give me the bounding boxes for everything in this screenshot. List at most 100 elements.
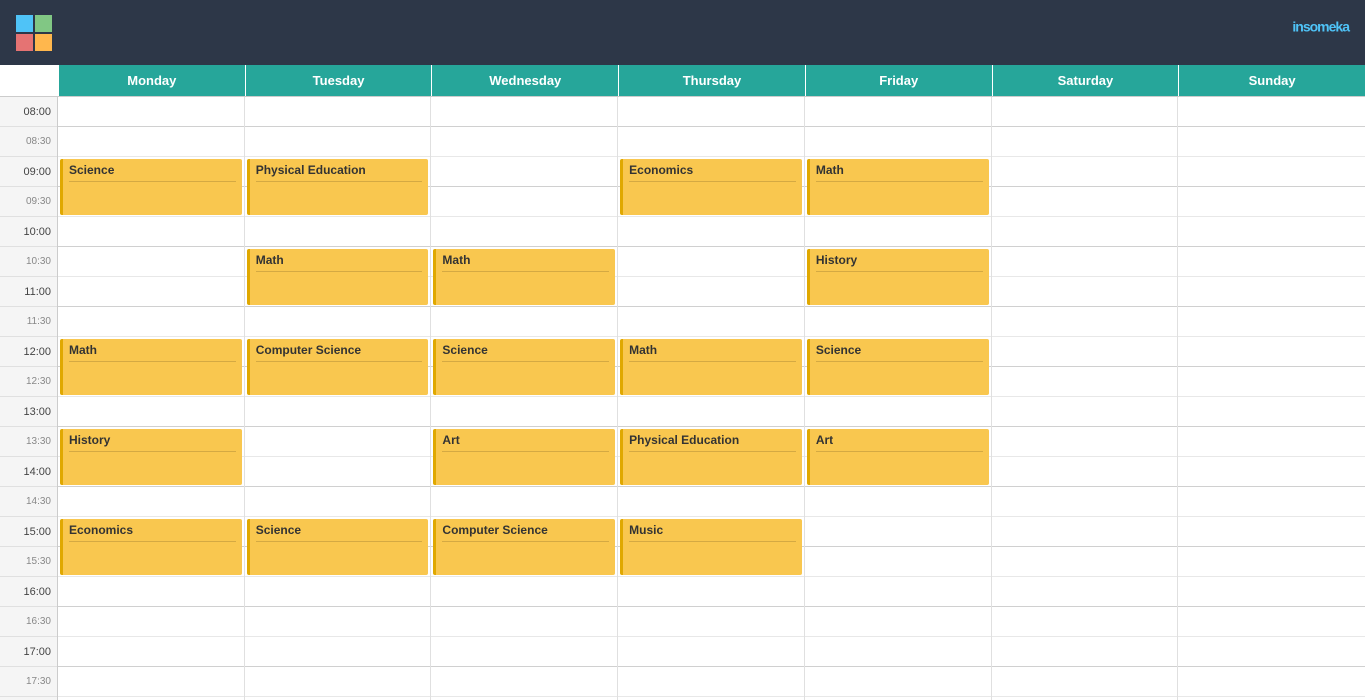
header: insomeka bbox=[0, 0, 1365, 65]
event-math[interactable]: Math bbox=[60, 339, 242, 395]
row-line bbox=[431, 157, 617, 187]
row-line bbox=[58, 127, 244, 157]
row-line bbox=[58, 277, 244, 307]
row-line bbox=[618, 277, 804, 307]
event-music[interactable]: Music bbox=[620, 519, 802, 575]
row-line bbox=[245, 427, 431, 457]
day-header-monday: Monday bbox=[58, 65, 245, 96]
day-col-wednesday: Math Science Art Computer Science bbox=[431, 97, 618, 700]
row-line bbox=[58, 607, 244, 637]
day-header-spacer bbox=[0, 65, 58, 96]
event-science[interactable]: Science bbox=[807, 339, 989, 395]
day-col-thursday: Economics Math Physical Education Music bbox=[618, 97, 805, 700]
event-physical-education[interactable]: Physical Education bbox=[247, 159, 429, 215]
event-science[interactable]: Science bbox=[433, 339, 615, 395]
header-left bbox=[16, 15, 64, 51]
time-slot-1200: 12:00 bbox=[0, 337, 57, 367]
event-science[interactable]: Science bbox=[247, 519, 429, 575]
row-line bbox=[805, 97, 991, 127]
row-line bbox=[992, 667, 1178, 697]
event-economics[interactable]: Economics bbox=[620, 159, 802, 215]
row-line bbox=[1178, 367, 1365, 397]
row-line bbox=[58, 397, 244, 427]
row-line bbox=[1178, 217, 1365, 247]
event-divider bbox=[256, 181, 423, 182]
event-divider bbox=[629, 541, 796, 542]
event-divider bbox=[256, 271, 423, 272]
time-slot-1430: 14:30 bbox=[0, 487, 57, 517]
day-headers: MondayTuesdayWednesdayThursdayFridaySatu… bbox=[0, 65, 1365, 97]
day-header-tuesday: Tuesday bbox=[245, 65, 432, 96]
event-divider bbox=[69, 451, 236, 452]
event-math[interactable]: Math bbox=[433, 249, 615, 305]
event-history[interactable]: History bbox=[60, 429, 242, 485]
event-science[interactable]: Science bbox=[60, 159, 242, 215]
row-line bbox=[431, 577, 617, 607]
row-line bbox=[992, 247, 1178, 277]
row-line bbox=[992, 427, 1178, 457]
time-slot-1500: 15:00 bbox=[0, 517, 57, 547]
row-line bbox=[245, 637, 431, 667]
row-line bbox=[1178, 637, 1365, 667]
row-line bbox=[245, 127, 431, 157]
row-line bbox=[992, 637, 1178, 667]
row-line bbox=[992, 277, 1178, 307]
day-header-wednesday: Wednesday bbox=[431, 65, 618, 96]
event-divider bbox=[629, 451, 796, 452]
event-divider bbox=[816, 361, 983, 362]
row-line bbox=[618, 307, 804, 337]
day-col-friday: Math History Science Art bbox=[805, 97, 992, 700]
day-header-saturday: Saturday bbox=[992, 65, 1179, 96]
row-line bbox=[992, 517, 1178, 547]
row-line bbox=[431, 127, 617, 157]
grid-body[interactable]: 08:0008:3009:0009:3010:0010:3011:0011:30… bbox=[0, 97, 1365, 700]
event-math[interactable]: Math bbox=[620, 339, 802, 395]
row-line bbox=[1178, 577, 1365, 607]
row-line bbox=[992, 127, 1178, 157]
row-line bbox=[1178, 427, 1365, 457]
event-computer-science[interactable]: Computer Science bbox=[433, 519, 615, 575]
row-line bbox=[992, 217, 1178, 247]
event-divider bbox=[442, 361, 609, 362]
row-line bbox=[618, 487, 804, 517]
row-line bbox=[1178, 247, 1365, 277]
event-art[interactable]: Art bbox=[807, 429, 989, 485]
time-slot-0930: 09:30 bbox=[0, 187, 57, 217]
brand-superscript: in bbox=[1292, 18, 1302, 34]
event-computer-science[interactable]: Computer Science bbox=[247, 339, 429, 395]
row-line bbox=[992, 97, 1178, 127]
row-line bbox=[805, 517, 991, 547]
time-slot-1730: 17:30 bbox=[0, 667, 57, 697]
time-slot-1330: 13:30 bbox=[0, 427, 57, 457]
row-line bbox=[1178, 487, 1365, 517]
row-line bbox=[431, 187, 617, 217]
event-history[interactable]: History bbox=[807, 249, 989, 305]
time-slot-1600: 16:00 bbox=[0, 577, 57, 607]
row-line bbox=[245, 397, 431, 427]
day-header-friday: Friday bbox=[805, 65, 992, 96]
row-line bbox=[805, 127, 991, 157]
event-economics[interactable]: Economics bbox=[60, 519, 242, 575]
time-slot-1700: 17:00 bbox=[0, 637, 57, 667]
day-col-saturday bbox=[992, 97, 1179, 700]
row-line bbox=[1178, 667, 1365, 697]
row-line bbox=[992, 337, 1178, 367]
event-divider bbox=[816, 271, 983, 272]
row-line bbox=[58, 217, 244, 247]
row-line bbox=[431, 217, 617, 247]
row-line bbox=[245, 487, 431, 517]
row-line bbox=[618, 217, 804, 247]
event-physical-education[interactable]: Physical Education bbox=[620, 429, 802, 485]
row-line bbox=[431, 637, 617, 667]
event-divider bbox=[629, 361, 796, 362]
row-line bbox=[805, 217, 991, 247]
event-art[interactable]: Art bbox=[433, 429, 615, 485]
time-slot-1100: 11:00 bbox=[0, 277, 57, 307]
row-line bbox=[618, 97, 804, 127]
event-math[interactable]: Math bbox=[247, 249, 429, 305]
row-line bbox=[805, 547, 991, 577]
row-line bbox=[992, 157, 1178, 187]
event-math[interactable]: Math bbox=[807, 159, 989, 215]
logo-icon bbox=[16, 15, 52, 51]
row-line bbox=[1178, 157, 1365, 187]
